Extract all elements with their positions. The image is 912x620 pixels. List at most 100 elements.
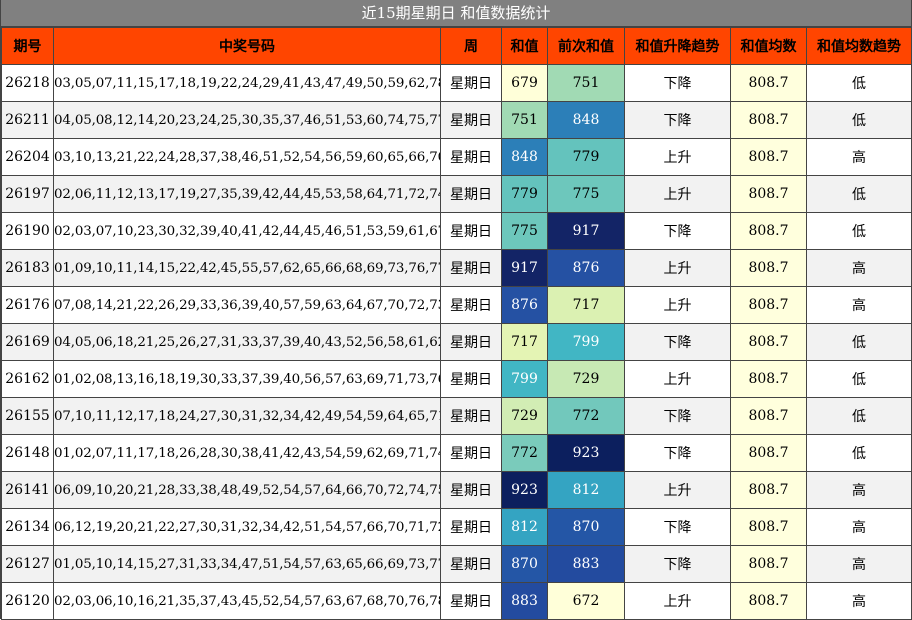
cell-sum: 717	[501, 323, 548, 361]
cell-week: 星期日	[440, 212, 502, 250]
cell-prev-sum: 779	[547, 138, 625, 176]
header-prev-sum: 前次和值	[547, 27, 625, 65]
cell-sum-trend: 上升	[624, 360, 731, 398]
cell-avg-trend: 高	[806, 508, 912, 546]
table-header: 期号 中奖号码 周 和值 前次和值 和值升降趋势 和值均数 和值均数趋势	[1, 27, 912, 65]
cell-sum-trend: 下降	[624, 101, 731, 139]
cell-sum-avg: 808.7	[730, 64, 807, 102]
cell-avg-trend: 高	[806, 249, 912, 287]
table-row: 26134 06,12,19,20,21,22,27,30,31,32,34,42…	[1, 508, 912, 546]
cell-numbers: 06,09,10,20,21,28,33,38,48,49,52,54,57,6…	[53, 471, 441, 509]
cell-sum: 799	[501, 360, 548, 398]
cell-sum: 848	[501, 138, 548, 176]
cell-prev-sum: 799	[547, 323, 625, 361]
cell-sum-avg: 808.7	[730, 508, 807, 546]
header-numbers: 中奖号码	[53, 27, 441, 65]
cell-sum: 775	[501, 212, 548, 250]
header-sum-avg: 和值均数	[730, 27, 807, 65]
cell-sum-trend: 上升	[624, 471, 731, 509]
cell-week: 星期日	[440, 323, 502, 361]
cell-sum-avg: 808.7	[730, 286, 807, 324]
header-issue: 期号	[1, 27, 54, 65]
cell-avg-trend: 低	[806, 434, 912, 472]
cell-sum-trend: 下降	[624, 434, 731, 472]
cell-avg-trend: 高	[806, 545, 912, 583]
cell-prev-sum: 772	[547, 397, 625, 435]
cell-week: 星期日	[440, 101, 502, 139]
table-row: 26176 07,08,14,21,22,26,29,33,36,39,40,57…	[1, 286, 912, 324]
cell-sum-trend: 下降	[624, 64, 731, 102]
sum-stats-table-panel: 近15期星期日 和值数据统计 期号 中奖号码 周 和值 前次和值 和值升降趋势 …	[0, 0, 912, 620]
cell-prev-sum: 870	[547, 508, 625, 546]
cell-avg-trend: 低	[806, 64, 912, 102]
cell-issue: 26183	[1, 249, 54, 287]
header-row: 期号 中奖号码 周 和值 前次和值 和值升降趋势 和值均数 和值均数趋势	[1, 27, 912, 65]
cell-numbers: 01,05,10,14,15,27,31,33,34,47,51,54,57,6…	[53, 545, 441, 583]
cell-sum-avg: 808.7	[730, 545, 807, 583]
cell-sum-trend: 上升	[624, 286, 731, 324]
cell-numbers: 04,05,06,18,21,25,26,27,31,33,37,39,40,4…	[53, 323, 441, 361]
cell-issue: 26148	[1, 434, 54, 472]
cell-sum: 751	[501, 101, 548, 139]
cell-issue: 26190	[1, 212, 54, 250]
cell-sum-trend: 下降	[624, 323, 731, 361]
cell-week: 星期日	[440, 64, 502, 102]
cell-prev-sum: 775	[547, 175, 625, 213]
cell-week: 星期日	[440, 360, 502, 398]
table-row: 26218 03,05,07,11,15,17,18,19,22,24,29,41…	[1, 64, 912, 102]
cell-avg-trend: 低	[806, 360, 912, 398]
header-week: 周	[440, 27, 502, 65]
cell-sum-avg: 808.7	[730, 212, 807, 250]
table-row: 26169 04,05,06,18,21,25,26,27,31,33,37,39…	[1, 323, 912, 361]
cell-week: 星期日	[440, 582, 502, 620]
cell-avg-trend: 高	[806, 582, 912, 620]
cell-week: 星期日	[440, 138, 502, 176]
cell-sum-avg: 808.7	[730, 249, 807, 287]
cell-week: 星期日	[440, 545, 502, 583]
cell-prev-sum: 812	[547, 471, 625, 509]
cell-avg-trend: 高	[806, 471, 912, 509]
cell-numbers: 02,03,06,10,16,21,35,37,43,45,52,54,57,6…	[53, 582, 441, 620]
cell-issue: 26204	[1, 138, 54, 176]
cell-sum-avg: 808.7	[730, 471, 807, 509]
cell-numbers: 03,10,13,21,22,24,28,37,38,46,51,52,54,5…	[53, 138, 441, 176]
cell-issue: 26120	[1, 582, 54, 620]
cell-sum: 876	[501, 286, 548, 324]
table-row: 26162 01,02,08,13,16,18,19,30,33,37,39,40…	[1, 360, 912, 398]
cell-prev-sum: 923	[547, 434, 625, 472]
cell-issue: 26169	[1, 323, 54, 361]
table-row: 26190 02,03,07,10,23,30,32,39,40,41,42,44…	[1, 212, 912, 250]
cell-sum-avg: 808.7	[730, 397, 807, 435]
cell-week: 星期日	[440, 249, 502, 287]
cell-prev-sum: 717	[547, 286, 625, 324]
cell-avg-trend: 低	[806, 212, 912, 250]
cell-week: 星期日	[440, 434, 502, 472]
cell-numbers: 06,12,19,20,21,22,27,30,31,32,34,42,51,5…	[53, 508, 441, 546]
cell-sum-avg: 808.7	[730, 138, 807, 176]
cell-issue: 26211	[1, 101, 54, 139]
table-title: 近15期星期日 和值数据统计	[1, 0, 911, 27]
sum-stats-table: 期号 中奖号码 周 和值 前次和值 和值升降趋势 和值均数 和值均数趋势 262…	[1, 27, 912, 620]
cell-week: 星期日	[440, 397, 502, 435]
cell-numbers: 02,06,11,12,13,17,19,27,35,39,42,44,45,5…	[53, 175, 441, 213]
cell-issue: 26134	[1, 508, 54, 546]
cell-sum-trend: 下降	[624, 212, 731, 250]
cell-sum-avg: 808.7	[730, 101, 807, 139]
cell-week: 星期日	[440, 508, 502, 546]
cell-numbers: 03,05,07,11,15,17,18,19,22,24,29,41,43,4…	[53, 64, 441, 102]
table-row: 26120 02,03,06,10,16,21,35,37,43,45,52,54…	[1, 582, 912, 620]
cell-issue: 26218	[1, 64, 54, 102]
cell-numbers: 07,08,14,21,22,26,29,33,36,39,40,57,59,6…	[53, 286, 441, 324]
cell-sum: 812	[501, 508, 548, 546]
table-row: 26127 01,05,10,14,15,27,31,33,34,47,51,54…	[1, 545, 912, 583]
cell-sum-avg: 808.7	[730, 175, 807, 213]
cell-sum-trend: 下降	[624, 508, 731, 546]
cell-issue: 26127	[1, 545, 54, 583]
table-row: 26211 04,05,08,12,14,20,23,24,25,30,35,37…	[1, 101, 912, 139]
cell-sum: 679	[501, 64, 548, 102]
table-row: 26141 06,09,10,20,21,28,33,38,48,49,52,54…	[1, 471, 912, 509]
cell-prev-sum: 917	[547, 212, 625, 250]
cell-prev-sum: 848	[547, 101, 625, 139]
cell-sum: 772	[501, 434, 548, 472]
cell-prev-sum: 672	[547, 582, 625, 620]
